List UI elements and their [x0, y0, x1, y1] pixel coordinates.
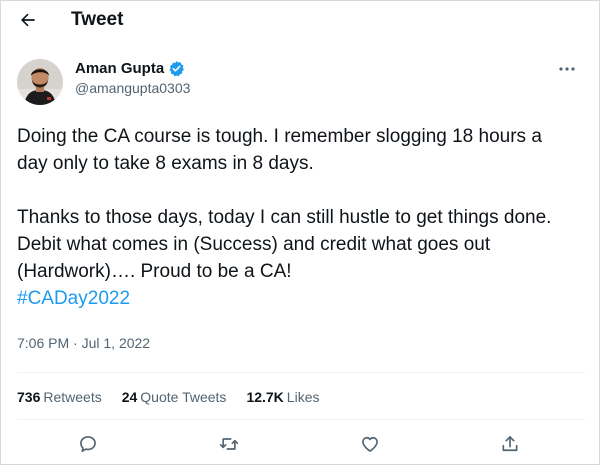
tweet-timestamp: 7:06 PM · Jul 1, 2022 [17, 335, 150, 351]
like-icon [362, 436, 378, 452]
avatar-image [17, 59, 63, 105]
more-options-button[interactable] [555, 61, 579, 77]
back-button[interactable] [15, 7, 41, 33]
tweet-paragraph: Doing the CA course is tough. I remember… [17, 126, 542, 174]
likes-stat[interactable]: 12.7K Likes [246, 389, 319, 405]
retweets-label: Retweets [43, 389, 102, 405]
reply-icon [80, 436, 96, 452]
verified-badge-icon [169, 61, 185, 77]
tweet-detail-page: Tweet Aman Gupta @amangupta0303 Doing th… [0, 0, 600, 465]
action-bar [1, 429, 599, 459]
quote-tweets-stat[interactable]: 24 Quote Tweets [122, 389, 227, 405]
hashtag-link[interactable]: #CADay2022 [17, 288, 130, 309]
retweet-button[interactable] [214, 429, 244, 459]
tweet-date[interactable]: Jul 1, 2022 [82, 335, 151, 351]
like-button[interactable] [355, 429, 385, 459]
divider [17, 419, 585, 420]
likes-count: 12.7K [246, 389, 284, 405]
retweets-count: 736 [17, 389, 41, 405]
divider [17, 372, 585, 373]
tweet-paragraph: Thanks to those days, today I can still … [17, 207, 552, 282]
reply-button[interactable] [73, 429, 103, 459]
quote-tweets-count: 24 [121, 389, 138, 405]
tweet-text: Doing the CA course is tough. I remember… [17, 123, 577, 312]
header: Tweet [1, 1, 599, 39]
author-handle[interactable]: @amangupta0303 [75, 80, 190, 96]
share-button[interactable] [495, 429, 525, 459]
retweets-stat[interactable]: 736 Retweets [17, 389, 102, 405]
page-title: Tweet [71, 9, 124, 30]
quote-tweets-label: Quote Tweets [140, 389, 227, 405]
avatar[interactable] [17, 59, 63, 105]
arrow-left-icon [21, 13, 35, 27]
more-horizontal-icon [559, 67, 575, 71]
likes-label: Likes [286, 389, 320, 405]
author-info: Aman Gupta @amangupta0303 [75, 60, 190, 96]
retweet-icon [219, 438, 239, 450]
author-name[interactable]: Aman Gupta [75, 60, 164, 77]
engagement-stats: 736 Retweets 24 Quote Tweets 12.7K Likes [17, 389, 319, 405]
tweet-time[interactable]: 7:06 PM [17, 335, 69, 351]
share-icon [502, 436, 518, 452]
timestamp-separator: · [73, 335, 78, 351]
